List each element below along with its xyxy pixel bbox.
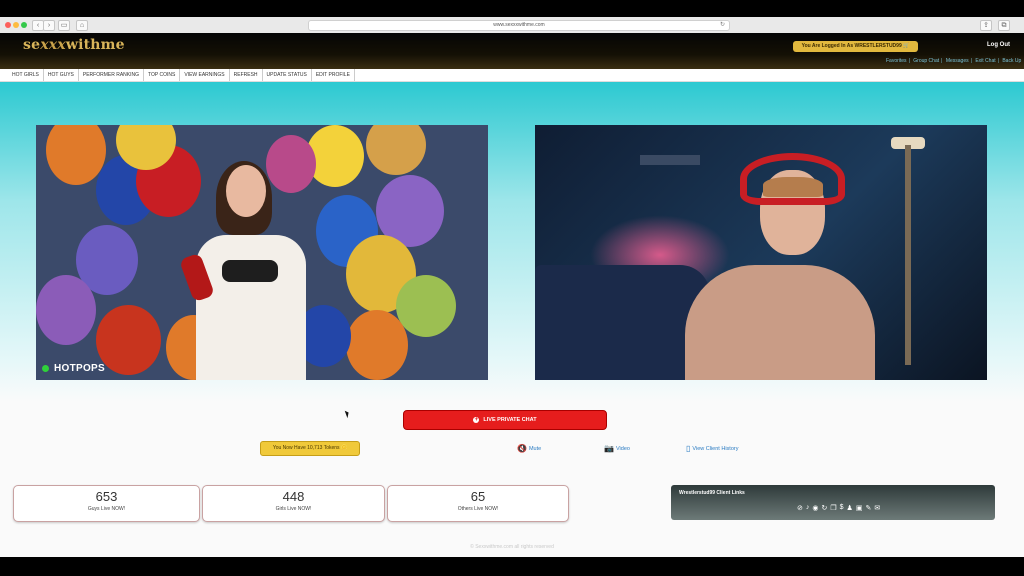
live-private-chat-button[interactable]: + LIVE PRIVATE CHAT bbox=[403, 410, 607, 430]
performer-live-label: HOTPOPS bbox=[42, 363, 105, 374]
url-text: www.sexxxwithme.com bbox=[493, 22, 545, 28]
minimize-window-button[interactable] bbox=[13, 22, 19, 28]
history-icon: ▯ bbox=[686, 444, 691, 453]
reload-icon[interactable]: ↻ bbox=[720, 21, 725, 30]
back-up-link[interactable]: Back Up bbox=[1002, 58, 1021, 64]
sidebar-icon[interactable]: ▭ bbox=[58, 20, 70, 31]
online-status-icon bbox=[42, 365, 49, 372]
eye-icon[interactable]: ◉ bbox=[812, 504, 818, 512]
cart-icon: 🛒 bbox=[903, 43, 910, 49]
chat-icon[interactable]: ✉ bbox=[874, 504, 880, 512]
mute-button[interactable]: 🔇 Mute bbox=[517, 444, 541, 453]
tag-icon[interactable]: ✎ bbox=[865, 504, 871, 512]
group-chat-link[interactable]: Group Chat bbox=[913, 58, 939, 64]
performer-figure bbox=[178, 161, 306, 380]
client-video[interactable] bbox=[535, 125, 987, 380]
video-button[interactable]: 📷 Video bbox=[604, 444, 630, 453]
nav-refresh[interactable]: REFRESH bbox=[230, 69, 263, 81]
mouse-cursor-icon bbox=[344, 409, 351, 419]
logged-in-badge: You Are Logged In As WRESTLERSTUD99 🛒 bbox=[793, 41, 918, 52]
letterbox-bottom bbox=[0, 557, 1024, 576]
video-off-icon[interactable]: ⊘ bbox=[797, 504, 803, 512]
balloon bbox=[96, 305, 161, 375]
performer-name: HOTPOPS bbox=[54, 363, 105, 374]
mute-icon: 🔇 bbox=[517, 444, 527, 453]
dollar-icon[interactable]: $ bbox=[840, 504, 844, 512]
footer-copyright: © Sexxwithme.com all rights reserved bbox=[470, 544, 554, 550]
header-links: Favorites | Group Chat | Messages | Exit Ch… bbox=[886, 58, 1022, 64]
nav-hot-girls[interactable]: HOT GIRLS bbox=[0, 69, 44, 81]
nav-performer-ranking[interactable]: PERFORMER RANKING bbox=[79, 69, 145, 81]
exit-chat-link[interactable]: Exit Chat bbox=[975, 58, 995, 64]
guys-live-stat: 653 Guys Live NOW! bbox=[13, 485, 200, 522]
balloon bbox=[366, 125, 426, 175]
girls-live-stat: 448 Girls Live NOW! bbox=[202, 485, 385, 522]
home-icon[interactable]: ⌂ bbox=[76, 20, 88, 31]
site-header: sexxxwithme You Are Logged In As WRESTLE… bbox=[0, 33, 1024, 69]
client-links-icons: ⊘ ♪ ◉ ↻ ❐ $ ♟ ▣ ✎ ✉ bbox=[797, 504, 880, 512]
logout-link[interactable]: Log Out bbox=[987, 42, 1010, 48]
nav-view-earnings[interactable]: VIEW EARNINGS bbox=[180, 69, 230, 81]
others-live-stat: 65 Others Live NOW! bbox=[387, 485, 569, 522]
client-figure bbox=[685, 265, 875, 380]
balloon bbox=[346, 310, 408, 380]
bed bbox=[535, 265, 710, 380]
nav-hot-guys[interactable]: HOT GUYS bbox=[44, 69, 79, 81]
refresh-icon[interactable]: ↻ bbox=[821, 504, 827, 512]
balloon bbox=[36, 275, 96, 345]
balloon bbox=[46, 125, 106, 185]
tabs-icon[interactable]: ⧉ bbox=[998, 20, 1010, 31]
token-balance-badge: You Now Have 10,713 Tokens 🪙 bbox=[260, 441, 360, 456]
site-logo[interactable]: sexxxwithme bbox=[23, 37, 125, 53]
lock-icon[interactable]: ▣ bbox=[856, 504, 863, 512]
coins-icon: 🪙 bbox=[340, 445, 348, 451]
nav-edit-profile[interactable]: EDIT PROFILE bbox=[312, 69, 355, 81]
share-icon[interactable]: ⇪ bbox=[980, 20, 992, 31]
messages-link[interactable]: Messages bbox=[946, 58, 969, 64]
browser-toolbar: ‹ › ▭ ⌂ www.sexxxwithme.com ↻ ⇪ ⧉ bbox=[0, 17, 1024, 34]
camera-icon: 📷 bbox=[604, 444, 614, 453]
view-client-history-link[interactable]: ▯ View Client History bbox=[686, 444, 738, 453]
main-nav: HOT GIRLS HOT GUYS PERFORMER RANKING TOP… bbox=[0, 69, 1024, 82]
balloon-hat bbox=[740, 153, 845, 205]
mute-icon[interactable]: ♪ bbox=[806, 504, 810, 512]
zoom-window-button[interactable] bbox=[21, 22, 27, 28]
letterbox-top bbox=[0, 0, 1024, 17]
close-window-button[interactable] bbox=[5, 22, 11, 28]
users-icon[interactable]: ♟ bbox=[847, 504, 853, 512]
forward-icon[interactable]: › bbox=[43, 20, 55, 31]
shelf bbox=[640, 155, 700, 165]
client-links-panel: Wrestlerstud99 Client Links ⊘ ♪ ◉ ↻ ❐ $ … bbox=[671, 485, 995, 520]
main-content: HOTPOPS + LIVE PRIVATE CHAT You Now Have … bbox=[0, 82, 1024, 557]
address-bar[interactable]: www.sexxxwithme.com ↻ bbox=[308, 20, 730, 31]
copy-icon[interactable]: ❐ bbox=[830, 504, 836, 512]
plus-icon: + bbox=[473, 416, 480, 423]
performer-video[interactable]: HOTPOPS bbox=[36, 125, 488, 380]
floor-lamp bbox=[905, 145, 911, 365]
balloon bbox=[396, 275, 456, 337]
nav-update-status[interactable]: UPDATE STATUS bbox=[263, 69, 312, 81]
favorites-link[interactable]: Favorites bbox=[886, 58, 907, 64]
client-links-title: Wrestlerstud99 Client Links bbox=[679, 490, 745, 496]
nav-top-coins[interactable]: TOP COINS bbox=[144, 69, 181, 81]
